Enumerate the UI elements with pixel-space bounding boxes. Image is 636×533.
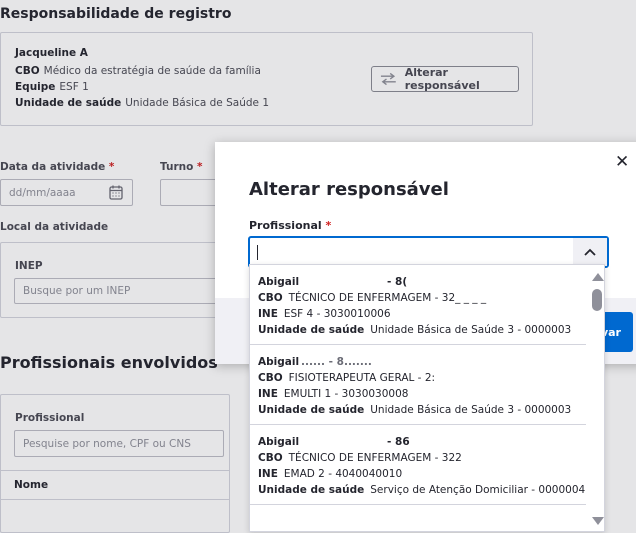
option-name: Abigail - 86	[258, 436, 410, 448]
scroll-thumb[interactable]	[592, 289, 602, 311]
option-unidade: Unidade de saúde Serviço de Atenção Domic…	[258, 484, 586, 496]
option-ine: INE EMULTI 1 - 3030030008	[258, 388, 409, 400]
chevron-up-icon	[584, 248, 596, 256]
scroll-up-arrow-icon[interactable]	[592, 273, 604, 281]
option-item[interactable]: Abigail - 8( CBO TÉCNICO DE ENFERMAGEM - 3…	[250, 265, 586, 345]
option-name: Abigail...... - 8.......	[258, 356, 372, 368]
option-ine: INE ESF 4 - 3030010006	[258, 308, 391, 320]
option-ine: INE EMAD 2 - 4040040010	[258, 468, 403, 480]
scroll-down-arrow-icon[interactable]	[592, 517, 604, 525]
option-item[interactable]: Abigail - 86 CBO TÉCNICO DE ENFERMAGEM - 3…	[250, 425, 586, 505]
collapse-toggle[interactable]	[573, 238, 607, 266]
option-cbo: CBO TÉCNICO DE ENFERMAGEM - 322	[258, 452, 462, 464]
option-cbo: CBO TÉCNICO DE ENFERMAGEM - 32_ _ _ _	[258, 292, 487, 304]
option-name: Abigail - 8(	[258, 276, 408, 288]
option-item[interactable]: Abigail...... - 8....... CBO FISIOTERAPEU…	[250, 345, 586, 425]
modal-profissional-label: Profissional *	[249, 219, 332, 232]
options-scrollbar[interactable]	[588, 265, 604, 531]
text-caret	[257, 245, 258, 260]
option-unidade: Unidade de saúde Unidade Básica de Saúde …	[258, 404, 572, 416]
modal-title: Alterar responsável	[249, 179, 449, 200]
option-unidade: Unidade de saúde Unidade Básica de Saúde …	[258, 324, 572, 336]
profissional-options-list: Abigail - 8( CBO TÉCNICO DE ENFERMAGEM - 3…	[249, 264, 605, 532]
close-icon[interactable]: ✕	[615, 152, 629, 172]
option-cbo: CBO FISIOTERAPEUTA GERAL - 2:	[258, 372, 436, 384]
